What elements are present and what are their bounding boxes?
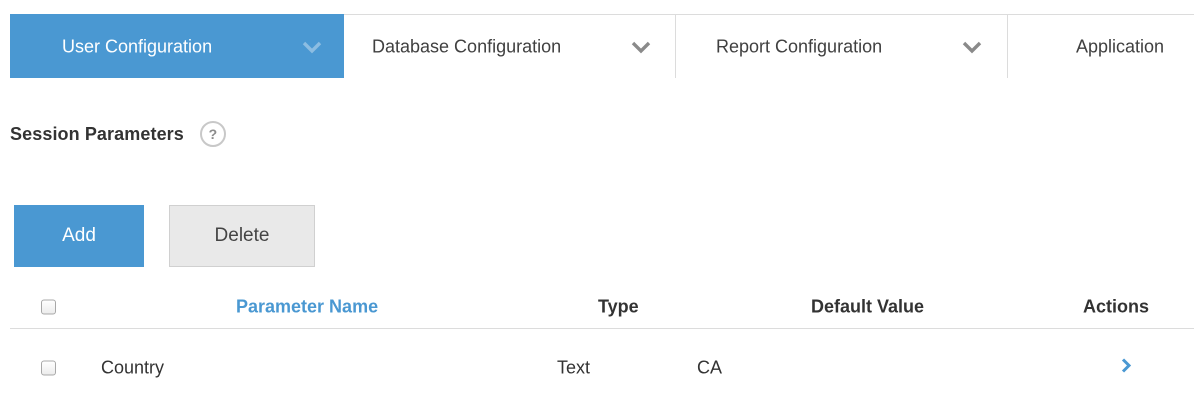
tab-report-configuration[interactable]: Report Configuration [676,14,1008,78]
tab-application[interactable]: Application [1008,14,1194,78]
page: User Configuration Database Configuratio… [0,0,1194,409]
section-title: Session Parameters [10,123,184,144]
tab-label: User Configuration [62,36,213,56]
row-checkbox[interactable] [41,360,56,376]
chevron-down-icon[interactable] [302,40,322,54]
select-all-checkbox[interactable] [41,299,56,315]
tab-database-configuration[interactable]: Database Configuration [344,14,676,78]
column-header-default-value: Default Value [811,296,925,317]
table-row: Country Text CA [10,329,1194,407]
add-button[interactable]: Add [14,205,144,267]
table-header-row: Parameter Name Type Default Value Action… [10,286,1194,329]
config-tab-bar: User Configuration Database Configuratio… [10,14,1194,78]
parameter-name-cell: Country [101,357,165,378]
default-value-cell: CA [697,357,723,378]
session-parameters-table: Parameter Name Type Default Value Action… [10,286,1194,407]
tab-label: Database Configuration [372,36,562,56]
column-header-parameter-name[interactable]: Parameter Name [236,297,378,318]
section-header: Session Parameters ? [10,121,226,147]
column-header-type: Type [598,296,639,317]
tab-label: Application [1076,36,1165,56]
column-header-actions: Actions [1083,296,1150,317]
help-icon[interactable]: ? [199,121,226,147]
type-cell: Text [557,357,591,378]
tab-label: Report Configuration [716,36,883,56]
chevron-right-icon[interactable] [1120,358,1132,379]
chevron-down-icon[interactable] [631,40,651,54]
delete-button[interactable]: Delete [169,205,315,267]
tab-user-configuration[interactable]: User Configuration [10,14,344,78]
chevron-down-icon[interactable] [962,40,982,54]
